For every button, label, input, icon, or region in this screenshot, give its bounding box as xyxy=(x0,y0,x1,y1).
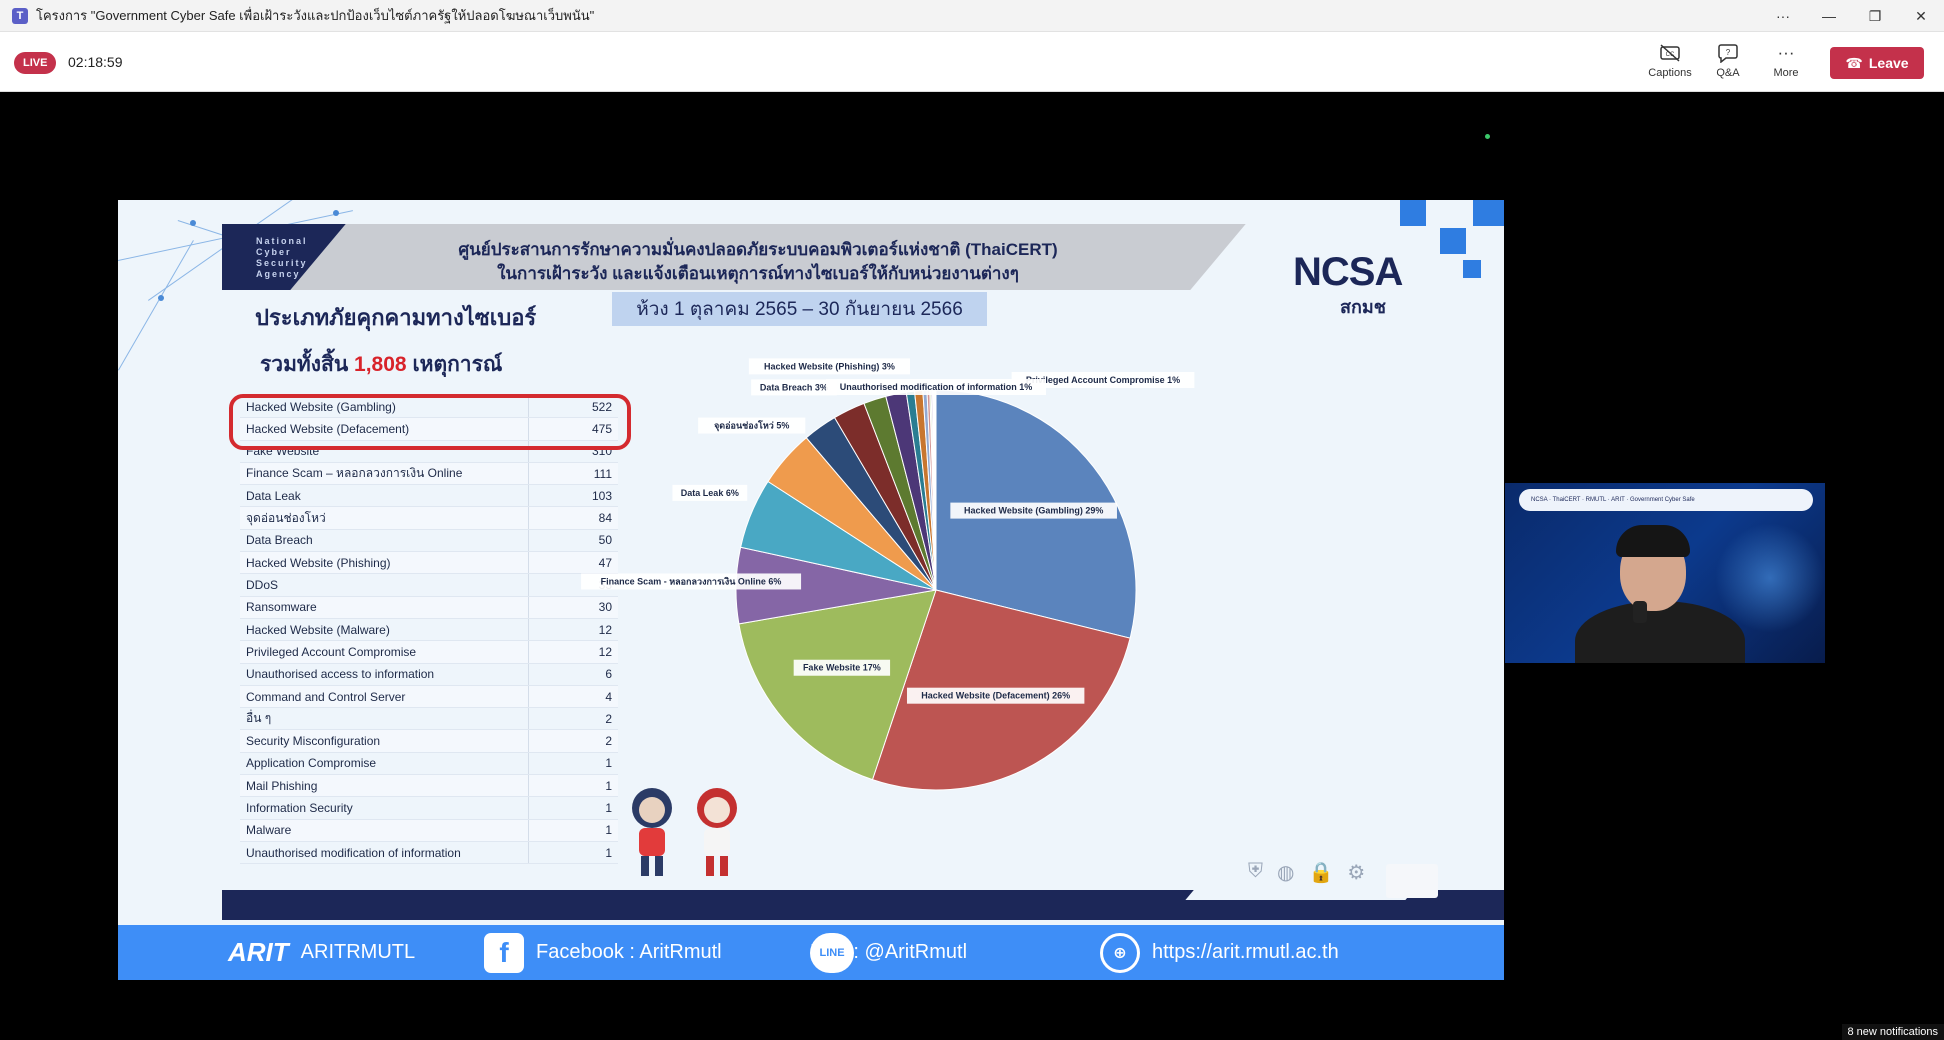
svg-text:Unauthorised modification of i: Unauthorised modification of information… xyxy=(840,382,1033,392)
pie-data-label: Data Breach 3% xyxy=(751,379,837,396)
slide-placeholder-box xyxy=(1386,864,1438,898)
qa-icon: ? xyxy=(1717,42,1739,64)
leave-label: Leave xyxy=(1868,55,1909,71)
pie-data-label: Data Leak 6% xyxy=(672,484,748,501)
arit-logo-icon: ARIT xyxy=(228,937,289,967)
svg-text:Fake Website 17%: Fake Website 17% xyxy=(803,663,881,673)
window-title: โครงการ "Government Cyber Safe เพื่อเฝ้า… xyxy=(36,8,595,23)
presenter-hair xyxy=(1616,525,1690,557)
pie-data-label: Hacked Website (Defacement) 26% xyxy=(906,687,1085,704)
footer-arit: ARIT ARITRMUTL xyxy=(228,937,415,968)
notification-text: 8 new notifications xyxy=(1841,1024,1944,1040)
globe-icon: ◍ xyxy=(1277,862,1295,884)
svg-text:Data Breach 3%: Data Breach 3% xyxy=(760,382,828,392)
svg-text:Hacked Website (Gambling) 29%: Hacked Website (Gambling) 29% xyxy=(964,506,1103,516)
pie-slice xyxy=(934,389,937,591)
teams-icon: T xyxy=(12,7,28,24)
restore-button[interactable]: ❐ xyxy=(1852,0,1898,32)
footer-line: LINE Line : @AritRmutl xyxy=(810,932,967,973)
title-bar: T โครงการ "Government Cyber Safe เพื่อเฝ… xyxy=(0,0,1944,32)
captions-button[interactable]: CC Captions xyxy=(1642,42,1698,86)
footer-website: ⊕ https://arit.rmutl.ac.th xyxy=(1100,932,1339,973)
meeting-stage: National Cyber Security Agency ศูนย์ประส… xyxy=(0,93,1944,1040)
more-button[interactable]: ··· More xyxy=(1758,42,1814,86)
meeting-timer: 02:18:59 xyxy=(68,54,123,70)
qa-label: Q&A xyxy=(1716,67,1740,79)
svg-text:?: ? xyxy=(1726,48,1731,57)
line-app-icon: LINE xyxy=(810,932,854,973)
svg-text:Hacked Website (Defacement) 26: Hacked Website (Defacement) 26% xyxy=(921,691,1070,701)
pie-data-label: Unauthorised modification of information… xyxy=(826,379,1046,395)
svg-text:จุดอ่อนช่องโหว่ 5%: จุดอ่อนช่องโหว่ 5% xyxy=(714,420,789,432)
microphone-icon xyxy=(1633,601,1647,623)
shared-presentation-slide: National Cyber Security Agency ศูนย์ประส… xyxy=(118,200,1504,980)
captions-label: Captions xyxy=(1648,67,1692,79)
pie-data-label: Hacked Website (Phishing) 3% xyxy=(748,358,911,375)
globe-icon: ⊕ xyxy=(1100,932,1140,973)
footer-facebook: f Facebook : AritRmutl xyxy=(484,932,722,973)
notification-toast[interactable]: 8 new notifications xyxy=(1830,1024,1944,1040)
pie-data-label: จุดอ่อนช่องโหว่ 5% xyxy=(698,417,806,434)
slide-footer: ARIT ARITRMUTL f Facebook : AritRmutl LI… xyxy=(118,925,1504,980)
phone-hangup-icon: ☎ xyxy=(1845,54,1863,71)
qa-button[interactable]: ? Q&A xyxy=(1700,42,1756,86)
more-label: More xyxy=(1773,67,1799,79)
captions-off-icon: CC xyxy=(1659,42,1681,64)
gear-icon: ⚙ xyxy=(1347,862,1366,884)
meeting-toolbar: LIVE 02:18:59 CC Captions ? Q&A ··· More… xyxy=(0,32,1944,92)
more-options-icon[interactable]: ··· xyxy=(1760,0,1806,32)
video-background-glow xyxy=(1715,523,1825,633)
teams-meeting-window: T โครงการ "Government Cyber Safe เพื่อเฝ… xyxy=(0,0,1944,1040)
svg-text:Data Leak 6%: Data Leak 6% xyxy=(681,488,739,498)
status-dot xyxy=(1485,134,1490,139)
facebook-icon: f xyxy=(484,932,524,973)
mascot-illustration xyxy=(632,788,737,876)
svg-text:Privileged Account Compromise: Privileged Account Compromise 1% xyxy=(1026,375,1180,385)
minimize-button[interactable]: — xyxy=(1806,0,1852,32)
facebook-label: Facebook : AritRmutl xyxy=(536,941,722,963)
shield-icon: ⛨ xyxy=(1248,860,1263,882)
svg-text:Hacked Website (Phishing) 3%: Hacked Website (Phishing) 3% xyxy=(764,361,895,371)
video-banner: NCSA · ThaiCERT · RMUTL · ARIT · Governm… xyxy=(1519,489,1813,511)
lock-icon: 🔒 xyxy=(1308,862,1334,884)
presenter-video[interactable]: NCSA · ThaiCERT · RMUTL · ARIT · Governm… xyxy=(1505,483,1825,663)
slide-footer-icons: ⛨ ◍ 🔒 ⚙ xyxy=(1248,860,1365,885)
pie-data-label: Finance Scam - หลอกลวงการเงิน Online 6% xyxy=(581,573,802,590)
more-icon: ··· xyxy=(1777,43,1795,62)
website-label: https://arit.rmutl.ac.th xyxy=(1152,941,1339,963)
svg-text:Finance Scam - หลอกลวงการเงิน: Finance Scam - หลอกลวงการเงิน Online 6% xyxy=(601,576,782,586)
arit-label: ARITRMUTL xyxy=(300,941,416,963)
close-button[interactable]: ✕ xyxy=(1898,0,1944,32)
pie-data-label: Hacked Website (Gambling) 29% xyxy=(950,502,1117,519)
pie-data-label: Fake Website 17% xyxy=(793,659,891,676)
live-badge: LIVE xyxy=(14,52,57,74)
leave-button[interactable]: ☎ Leave xyxy=(1830,47,1924,79)
